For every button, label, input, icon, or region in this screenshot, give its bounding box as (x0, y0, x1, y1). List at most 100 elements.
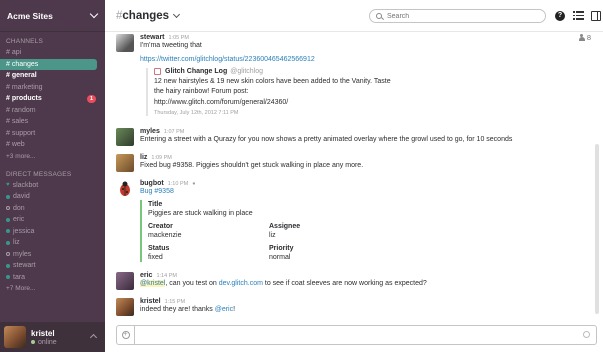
sidebar-toggle-icon[interactable] (591, 11, 601, 21)
bug-link[interactable]: Bug #9358 (140, 187, 603, 197)
dm-label: jessica (13, 227, 35, 235)
text-segment: indeed they are! thanks (140, 306, 215, 313)
attachment-link[interactable]: http://www.glitch.com/forum/general/2436… (154, 98, 603, 108)
chevron-down-icon[interactable] (173, 10, 181, 18)
message-body: stewart 1:05 PM I'm'ma tweeting that http… (140, 34, 603, 116)
message-author[interactable]: bugbot (140, 180, 164, 187)
dm-item-slackbot[interactable]: ♥ slackbot (0, 180, 105, 192)
presence-away-icon (6, 252, 10, 257)
chevron-up-icon (89, 333, 98, 342)
avatar[interactable] (116, 34, 134, 52)
slack-app: Acme Sites CHANNELS # api # changes # ge… (0, 0, 603, 352)
scrollbar[interactable] (595, 34, 600, 320)
sidebar-item-general[interactable]: # general (0, 70, 105, 82)
dm-item-liz[interactable]: liz (0, 237, 105, 249)
field-label: Assignee (269, 223, 301, 230)
field-label: Priority (269, 245, 294, 252)
message-author[interactable]: kristel (140, 298, 161, 305)
help-button[interactable]: ? (555, 11, 565, 21)
channel-label: # products (6, 95, 42, 102)
emoji-icon[interactable] (583, 331, 590, 338)
search-input[interactable] (387, 12, 537, 20)
dm-item-myles[interactable]: myles (0, 249, 105, 261)
bug-icon[interactable] (116, 180, 134, 198)
message-body: bugbot 1:10 PM ● Bug #9358 Title Piggies ar… (140, 180, 603, 262)
status-label: online (38, 338, 57, 346)
list-icon[interactable] (573, 11, 584, 20)
message-text: Fixed bug #9358. Piggies shouldn't get s… (140, 162, 364, 169)
current-user-name: kristel (31, 328, 55, 338)
message-input[interactable] (139, 329, 579, 341)
dm-item-david[interactable]: david (0, 191, 105, 203)
more-dms-link[interactable]: +7 More... (0, 283, 105, 294)
dm-item-don[interactable]: don (0, 203, 105, 215)
presence-online-icon (6, 229, 10, 234)
attachment: Glitch Change Log @glitchlog 12 new hairs… (146, 68, 603, 116)
dm-item-eric[interactable]: eric (0, 214, 105, 226)
more-channels-link[interactable]: +3 more... (0, 151, 105, 162)
heart-icon: ♥ (6, 181, 10, 188)
dm-item-stewart[interactable]: stewart (0, 260, 105, 272)
dm-item-tara[interactable]: tara (0, 272, 105, 284)
sidebar-item-api[interactable]: # api (0, 47, 105, 59)
dm-label: david (13, 193, 30, 200)
chevron-down-icon (89, 9, 99, 19)
channels-header[interactable]: CHANNELS (0, 37, 105, 47)
team-name: Acme Sites (7, 10, 53, 21)
sidebar-item-support[interactable]: # support (0, 128, 105, 140)
field-title: Title Piggies are stuck walking in place (148, 200, 369, 218)
attachment-header: Glitch Change Log @glitchlog (154, 68, 603, 75)
sidebar-item-sales[interactable]: # sales (0, 116, 105, 128)
message-list: stewart 1:05 PM I'm'ma tweeting that http… (105, 32, 603, 320)
message-link[interactable]: https://twitter.com/glitchlog/status/223… (140, 55, 603, 65)
field-value: liz (269, 232, 276, 239)
avatar[interactable] (116, 272, 134, 290)
field-value: mackenzie (148, 232, 182, 239)
sidebar: Acme Sites CHANNELS # api # changes # ge… (0, 0, 105, 352)
message-text: I'm'ma tweeting that (140, 42, 202, 49)
dm-label: slackbot (12, 181, 39, 189)
field-value: fixed (148, 254, 163, 261)
presence-online-icon (6, 263, 10, 268)
dm-item-jessica[interactable]: jessica (0, 226, 105, 238)
avatar (4, 326, 26, 348)
search-box[interactable] (369, 9, 546, 23)
unread-badge: 1 (86, 95, 96, 103)
message-author[interactable]: stewart (140, 34, 165, 41)
message-author[interactable]: liz (140, 154, 147, 161)
field-assignee: Assignee liz (269, 222, 369, 240)
sidebar-item-web[interactable]: # web (0, 139, 105, 151)
dm-label: eric (13, 216, 25, 223)
dm-header[interactable]: DIRECT MESSAGES (0, 170, 105, 180)
message-link[interactable]: dev.glitch.com (219, 280, 263, 287)
avatar[interactable] (116, 298, 134, 316)
team-menu[interactable]: Acme Sites (0, 0, 105, 32)
field-priority: Priority normal (269, 244, 369, 262)
scrollbar-thumb[interactable] (595, 144, 599, 314)
current-user-info: kristel online (31, 329, 57, 346)
message-author[interactable]: myles (140, 128, 160, 135)
message-author[interactable]: eric (140, 272, 152, 279)
field-label: Status (148, 245, 170, 252)
channel-title[interactable]: #changes (116, 10, 169, 22)
dm-label: don (13, 204, 25, 212)
sidebar-item-random[interactable]: # random (0, 105, 105, 117)
search-icon (376, 13, 382, 19)
avatar[interactable] (116, 128, 134, 146)
attachment-handle[interactable]: @glitchlog (230, 68, 263, 75)
sidebar-item-products[interactable]: # products 1 (0, 93, 105, 105)
user-mention[interactable]: @eric (215, 306, 233, 313)
bug-card: Title Piggies are stuck walking in place … (140, 200, 603, 262)
avatar[interactable] (116, 154, 134, 172)
presence-online-icon (6, 194, 10, 199)
current-user-menu[interactable]: kristel online (0, 322, 105, 352)
glitch-icon (154, 68, 161, 75)
sidebar-item-changes[interactable]: # changes (0, 58, 97, 70)
attach-button[interactable]: + (117, 326, 135, 344)
message-text: @kristel, can you test on dev.glitch.com… (140, 279, 603, 289)
user-mention[interactable]: @kristel (140, 280, 166, 287)
sidebar-item-marketing[interactable]: # marketing (0, 82, 105, 94)
presence-online-icon (31, 340, 35, 344)
message-body: myles 1:07 PM Entering a street with a Qu… (140, 128, 603, 145)
dm-label: liz (13, 239, 20, 246)
